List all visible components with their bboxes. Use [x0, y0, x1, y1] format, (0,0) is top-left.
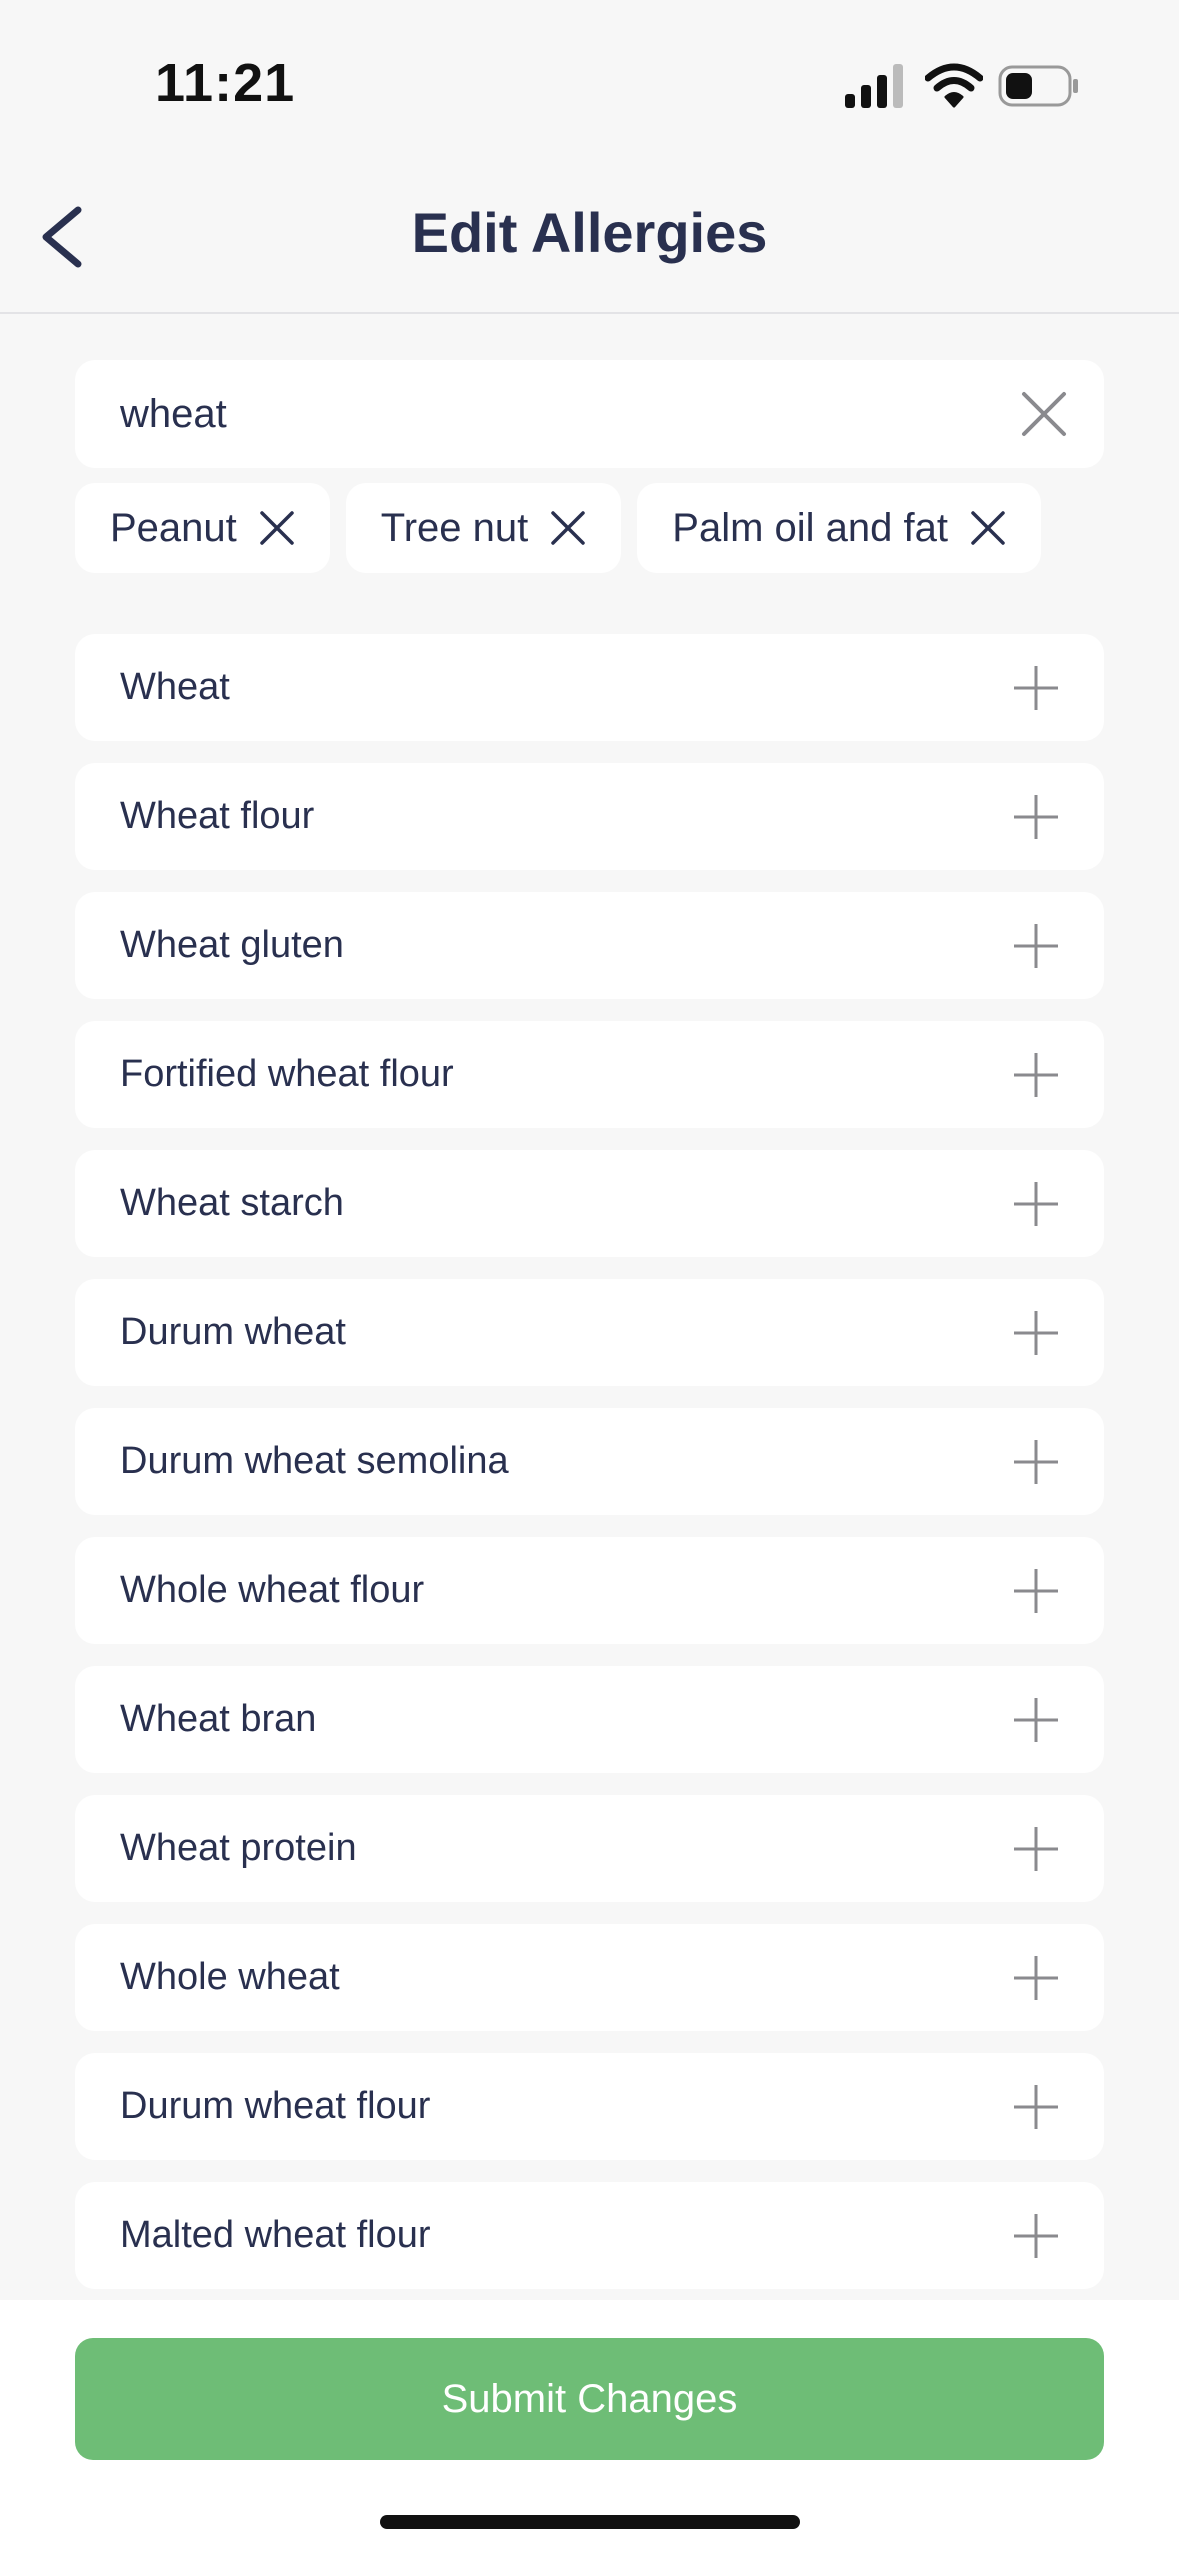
plus-icon[interactable] — [1012, 1309, 1060, 1357]
plus-icon[interactable] — [1012, 1051, 1060, 1099]
plus-icon[interactable] — [1012, 2212, 1060, 2260]
plus-icon[interactable] — [1012, 1954, 1060, 2002]
list-item[interactable]: Durum wheat semolina — [75, 1408, 1104, 1515]
chip-peanut[interactable]: Peanut — [75, 483, 330, 573]
list-item-label: Wheat flour — [120, 795, 315, 837]
plus-icon[interactable] — [1012, 793, 1060, 841]
screen: 11:21 Edit Allergies wheat Peanut Tree n… — [0, 0, 1179, 2556]
list-item-label: Durum wheat flour — [120, 2085, 431, 2127]
list-item[interactable]: Durum wheat — [75, 1279, 1104, 1386]
status-bar: 11:21 — [0, 0, 1179, 150]
list-item[interactable]: Wheat starch — [75, 1150, 1104, 1257]
list-item-label: Wheat starch — [120, 1182, 344, 1224]
list-item-label: Durum wheat semolina — [120, 1440, 509, 1482]
battery-icon — [998, 65, 1078, 107]
signal-icon — [845, 64, 903, 108]
plus-icon[interactable] — [1012, 1696, 1060, 1744]
plus-icon[interactable] — [1012, 1180, 1060, 1228]
selected-allergies: Peanut Tree nut Palm oil and fat — [75, 483, 1041, 573]
chip-label: Peanut — [110, 505, 237, 550]
search-box — [75, 360, 1104, 468]
plus-icon[interactable] — [1012, 1825, 1060, 1873]
remove-icon[interactable] — [550, 510, 586, 546]
home-indicator[interactable] — [380, 2515, 800, 2529]
list-item[interactable]: Fortified wheat flour — [75, 1021, 1104, 1128]
remove-icon[interactable] — [259, 510, 295, 546]
list-item[interactable]: Wheat bran — [75, 1666, 1104, 1773]
plus-icon[interactable] — [1012, 664, 1060, 712]
search-input[interactable] — [120, 360, 1000, 468]
list-item-label: Wheat gluten — [120, 924, 344, 966]
list-item-label: Wheat — [120, 666, 230, 708]
chip-label: Palm oil and fat — [672, 505, 948, 550]
plus-icon[interactable] — [1012, 1567, 1060, 1615]
list-item-label: Wheat bran — [120, 1698, 317, 1740]
list-item[interactable]: Whole wheat flour — [75, 1537, 1104, 1644]
list-item-label: Whole wheat — [120, 1956, 340, 1998]
nav-bar: Edit Allergies — [0, 150, 1179, 314]
remove-icon[interactable] — [970, 510, 1006, 546]
chip-label: Tree nut — [380, 505, 529, 550]
close-icon[interactable] — [1020, 390, 1068, 438]
page-title: Edit Allergies — [411, 201, 768, 264]
list-item-label: Whole wheat flour — [120, 1569, 425, 1611]
chip-palm-oil-and-fat[interactable]: Palm oil and fat — [637, 483, 1041, 573]
wifi-icon — [925, 63, 983, 108]
list-item[interactable]: Wheat — [75, 634, 1104, 741]
list-item-label: Durum wheat — [120, 1311, 346, 1353]
list-item-label: Malted wheat flour — [120, 2214, 431, 2256]
submit-changes-button[interactable]: Submit Changes — [75, 2338, 1104, 2460]
plus-icon[interactable] — [1012, 922, 1060, 970]
plus-icon[interactable] — [1012, 2083, 1060, 2131]
list-item-label: Fortified wheat flour — [120, 1053, 454, 1095]
plus-icon[interactable] — [1012, 1438, 1060, 1486]
list-item[interactable]: Whole wheat — [75, 1924, 1104, 2031]
list-item-label: Wheat protein — [120, 1827, 357, 1869]
chip-tree-nut[interactable]: Tree nut — [345, 483, 622, 573]
status-time: 11:21 — [155, 53, 296, 113]
list-item[interactable]: Malted wheat flour — [75, 2182, 1104, 2289]
list-item[interactable]: Durum wheat flour — [75, 2053, 1104, 2160]
list-item[interactable]: Wheat protein — [75, 1795, 1104, 1902]
list-item[interactable]: Wheat gluten — [75, 892, 1104, 999]
list-item[interactable]: Wheat flour — [75, 763, 1104, 870]
results-list: Wheat Wheat flour Wheat gluten Fortified… — [75, 634, 1104, 2311]
